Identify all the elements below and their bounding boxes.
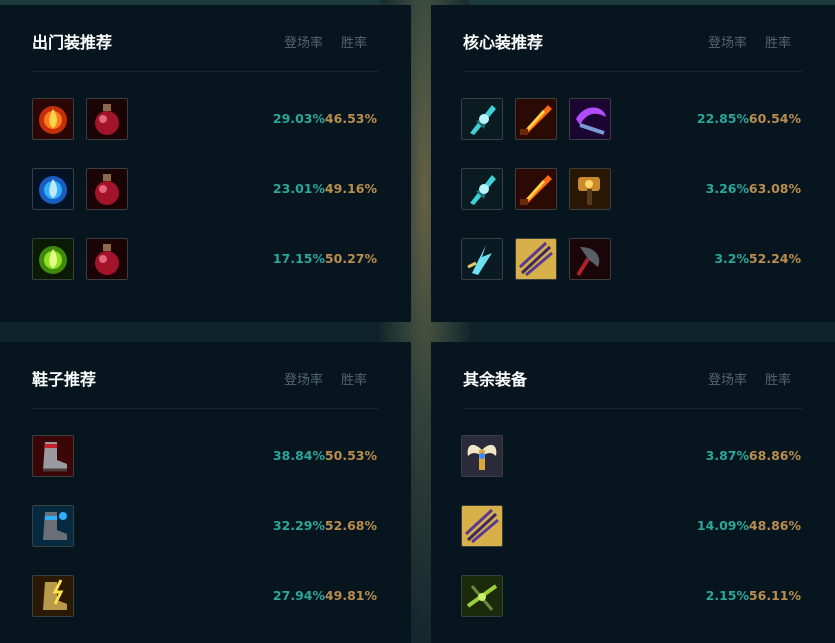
panel-header: 鞋子推荐 登场率 胜率 <box>32 370 379 409</box>
health-potion-icon[interactable] <box>86 238 128 280</box>
column-header-pick-rate: 登场率 <box>283 36 323 51</box>
win-rate: 60.54% <box>748 111 801 126</box>
pick-rate: 3.26% <box>705 181 749 196</box>
build-row[interactable]: 2.15% 56.11% <box>461 575 803 619</box>
column-header-pick-rate: 登场率 <box>283 373 323 388</box>
angel-wings-icon[interactable] <box>461 435 503 477</box>
build-row[interactable]: 32.29% 52.68% <box>32 505 379 549</box>
panel-core-items: 核心装推荐 登场率 胜率 22.85% 60.54% 3.26% 63.08% <box>431 5 835 322</box>
blue-boots-icon[interactable] <box>32 505 74 547</box>
panel-boots: 鞋子推荐 登场率 胜率 38.84% 50.53% 32.29% 52.68% … <box>0 342 411 643</box>
win-rate: 52.24% <box>748 251 801 266</box>
panel-header: 其余装备 登场率 胜率 <box>463 370 803 409</box>
flame-sword-icon[interactable] <box>515 168 557 210</box>
dark-axe-icon[interactable] <box>569 238 611 280</box>
lightning-claw-icon[interactable] <box>461 238 503 280</box>
lightning-boots-icon[interactable] <box>32 575 74 617</box>
build-row[interactable]: 3.87% 68.86% <box>461 435 803 479</box>
panel-title: 核心装推荐 <box>463 33 544 52</box>
pick-rate: 3.87% <box>705 448 749 463</box>
pick-rate: 23.01% <box>272 181 325 196</box>
arrow-volley-icon[interactable] <box>461 505 503 547</box>
win-rate: 52.68% <box>324 518 377 533</box>
panel-header: 核心装推荐 登场率 胜率 <box>463 33 803 72</box>
column-header-pick-rate: 登场率 <box>707 373 747 388</box>
panel-other-items: 其余装备 登场率 胜率 3.87% 68.86% 14.09% 48.86% 2… <box>431 342 835 643</box>
panel-title: 鞋子推荐 <box>32 370 97 389</box>
win-rate: 48.86% <box>748 518 801 533</box>
pick-rate: 29.03% <box>272 111 325 126</box>
green-crossbow-icon[interactable] <box>461 575 503 617</box>
column-header-win-rate: 胜率 <box>764 36 791 51</box>
win-rate: 50.27% <box>324 251 377 266</box>
win-rate: 46.53% <box>324 111 377 126</box>
pick-rate: 22.85% <box>696 111 749 126</box>
frost-blade-icon[interactable] <box>461 168 503 210</box>
panel-title: 出门装推荐 <box>32 33 113 52</box>
build-row[interactable]: 14.09% 48.86% <box>461 505 803 549</box>
column-header-win-rate: 胜率 <box>340 373 367 388</box>
build-row[interactable]: 38.84% 50.53% <box>32 435 379 479</box>
purple-scythe-icon[interactable] <box>569 98 611 140</box>
pick-rate: 27.94% <box>272 588 325 603</box>
column-header-win-rate: 胜率 <box>764 373 791 388</box>
win-rate: 49.16% <box>324 181 377 196</box>
pick-rate: 2.15% <box>705 588 749 603</box>
win-rate: 68.86% <box>748 448 801 463</box>
pick-rate: 38.84% <box>272 448 325 463</box>
panel-starter-items: 出门装推荐 登场率 胜率 29.03% 46.53% 23.01% 49.16%… <box>0 5 411 322</box>
water-orb-icon[interactable] <box>32 168 74 210</box>
column-header-pick-rate: 登场率 <box>707 36 747 51</box>
build-row[interactable]: 29.03% 46.53% <box>32 98 379 142</box>
panel-title: 其余装备 <box>463 370 528 389</box>
flame-sword-icon[interactable] <box>515 98 557 140</box>
column-header-win-rate: 胜率 <box>340 36 367 51</box>
frost-blade-icon[interactable] <box>461 98 503 140</box>
build-row[interactable]: 3.2% 52.24% <box>461 238 803 282</box>
win-rate: 63.08% <box>748 181 801 196</box>
win-rate: 49.81% <box>324 588 377 603</box>
pick-rate: 17.15% <box>272 251 325 266</box>
pick-rate: 14.09% <box>696 518 749 533</box>
win-rate: 56.11% <box>748 588 801 603</box>
build-row[interactable]: 27.94% 49.81% <box>32 575 379 619</box>
win-rate: 50.53% <box>324 448 377 463</box>
health-potion-icon[interactable] <box>86 98 128 140</box>
arrow-volley-icon[interactable] <box>515 238 557 280</box>
nature-orb-icon[interactable] <box>32 238 74 280</box>
build-row[interactable]: 3.26% 63.08% <box>461 168 803 212</box>
build-row[interactable]: 22.85% 60.54% <box>461 98 803 142</box>
fire-orb-icon[interactable] <box>32 98 74 140</box>
red-boots-icon[interactable] <box>32 435 74 477</box>
health-potion-icon[interactable] <box>86 168 128 210</box>
golden-hammer-icon[interactable] <box>569 168 611 210</box>
build-row[interactable]: 23.01% 49.16% <box>32 168 379 212</box>
build-row[interactable]: 17.15% 50.27% <box>32 238 379 282</box>
panel-header: 出门装推荐 登场率 胜率 <box>32 33 379 72</box>
pick-rate: 32.29% <box>272 518 325 533</box>
pick-rate: 3.2% <box>714 251 749 266</box>
